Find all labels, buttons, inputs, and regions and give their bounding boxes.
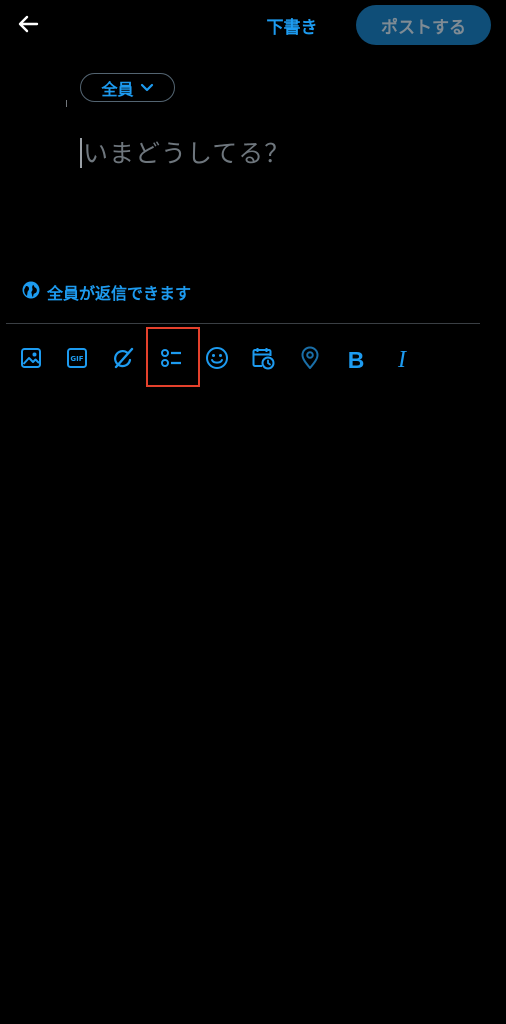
image-button[interactable] [15,344,47,376]
grok-icon [111,346,135,374]
emoji-icon [205,346,229,374]
chevron-down-icon [140,78,154,97]
toolbar-divider [6,323,480,324]
italic-icon: I [398,346,406,373]
avatar-placeholder-mark [66,100,67,107]
italic-button[interactable]: I [386,344,418,376]
reply-setting-label: 全員が返信できます [47,284,192,303]
reply-setting-button[interactable]: 全員が返信できます [22,280,191,304]
bold-icon: B [347,346,365,373]
schedule-button[interactable] [247,344,279,376]
gif-icon: GIF [66,347,88,373]
text-cursor [80,138,82,168]
back-button[interactable] [10,8,46,44]
compose-text-input[interactable]: いまどうしてる？ [83,136,483,172]
arrow-left-icon [17,13,39,39]
drafts-button[interactable]: 下書き [252,10,332,40]
schedule-icon [251,346,275,374]
globe-icon [22,281,40,303]
audience-selector[interactable]: 全員 [80,73,175,102]
gif-icon-text: GIF [70,355,83,363]
audience-label: 全員 [101,79,134,99]
location-button[interactable] [294,344,326,376]
location-icon [299,346,321,374]
image-icon [20,347,42,373]
post-button[interactable]: ポストする [356,5,491,45]
emoji-button[interactable] [201,344,233,376]
poll-highlight-box [146,327,200,387]
bold-button[interactable]: B [340,344,372,376]
grok-button[interactable] [107,344,139,376]
gif-button[interactable]: GIF [61,344,93,376]
